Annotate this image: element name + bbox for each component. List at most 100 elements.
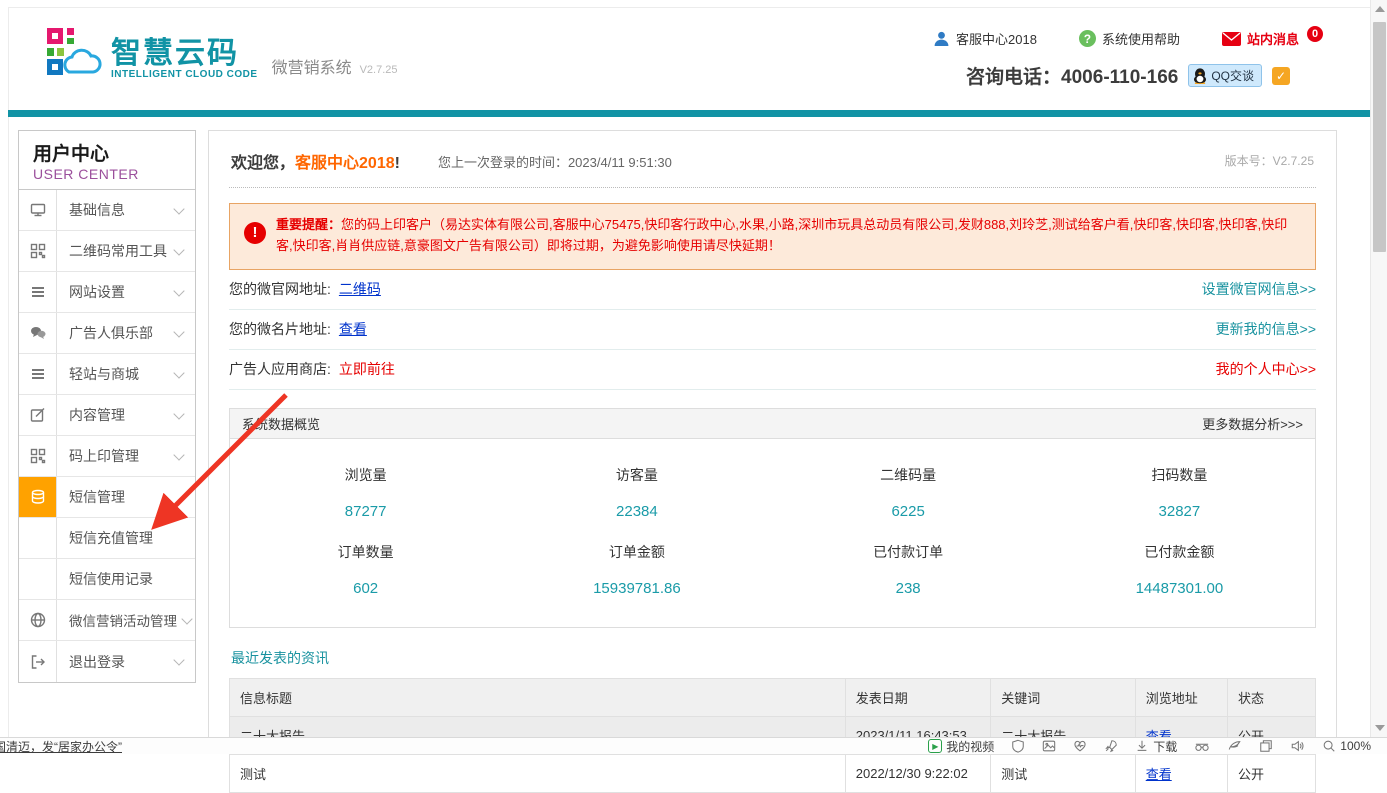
chevron-down-icon [173, 203, 184, 214]
messages-badge: 0 [1307, 26, 1323, 42]
stat-order-amount: 订单金额15939781.86 [501, 530, 772, 607]
chevron-down-icon [173, 449, 184, 460]
browser-status-bar: 国清迈，发“居家办公令” ▶ 我的视频 下载 [0, 737, 1387, 754]
current-user-label: 客服中心2018 [956, 29, 1037, 48]
col-view-url: 浏览地址 [1135, 678, 1227, 716]
help-link[interactable]: ? 系统使用帮助 [1079, 29, 1180, 48]
download-button[interactable]: 下载 [1135, 738, 1177, 755]
zoom-control[interactable]: 100% [1322, 739, 1371, 753]
micro-site-label: 您的微官网地址: [229, 279, 331, 299]
app-logo: 智慧云码 INTELLIGENT CLOUD CODE 微营销系统 V2.7.2… [45, 26, 398, 80]
sidebar-item-content-mgmt[interactable]: 内容管理 [19, 395, 195, 436]
micro-card-link[interactable]: 查看 [339, 319, 367, 339]
product-name: 微营销系统 [272, 54, 352, 78]
sidebar-item-print-code-mgmt[interactable]: 码上印管理 [19, 436, 195, 477]
current-user[interactable]: 客服中心2018 [933, 29, 1037, 48]
stat-visitors: 访客量22384 [501, 453, 772, 530]
welcome-username: 客服中心2018 [295, 155, 395, 172]
micro-card-row: 您的微名片地址: 查看 更新我的信息>> [229, 310, 1316, 350]
sidebar-header: 用户中心 USER CENTER [19, 131, 195, 190]
welcome-row: 欢迎您，客服中心2018! 您上一次登录的时间：2023/4/11 9:51:3… [229, 131, 1316, 188]
user-icon [933, 30, 950, 47]
chevron-down-icon [173, 367, 184, 378]
main-content: 欢迎您，客服中心2018! 您上一次登录的时间：2023/4/11 9:51:3… [208, 130, 1337, 754]
last-login-time: 您上一次登录的时间：2023/4/11 9:51:30 [438, 149, 672, 171]
scroll-up-arrow-icon[interactable] [1375, 6, 1385, 12]
sidebar-item-basic-info[interactable]: 基础信息 [19, 190, 195, 231]
update-info-link[interactable]: 更新我的信息>> [1216, 319, 1316, 339]
chevron-down-icon [173, 285, 184, 296]
sidebar-item-site-settings[interactable]: 网站设置 [19, 272, 195, 313]
sidebar-item-label: 基础信息 [57, 190, 175, 230]
speaker-icon[interactable] [1290, 739, 1305, 753]
sidebar-item-lite-site-mall[interactable]: 轻站与商城 [19, 354, 195, 395]
version-note: 版本号：V2.7.25 [1225, 149, 1314, 169]
scrollbar[interactable] [1370, 0, 1387, 737]
sidebar-item-label: 短信管理 [57, 477, 195, 517]
sidebar-item-sms-recharge-mgmt[interactable]: 短信充值管理 [19, 518, 195, 559]
window-restore-icon[interactable] [1259, 739, 1273, 753]
qq-chat-label: QQ交谈 [1211, 67, 1254, 84]
list-icon [30, 366, 46, 382]
rocket-icon[interactable] [1104, 739, 1118, 753]
stat-page-views: 浏览量87277 [230, 453, 501, 530]
app-store-row: 广告人应用商店: 立即前往 我的个人中心>> [229, 350, 1316, 390]
image-icon[interactable] [1042, 739, 1056, 753]
header-divider [8, 110, 1370, 117]
stat-paid-orders: 已付款订单238 [773, 530, 1044, 607]
envelope-icon [1222, 32, 1241, 46]
alert-exclamation-icon: ! [244, 222, 266, 244]
col-keyword: 关键词 [991, 678, 1135, 716]
sidebar-item-sms-usage-records[interactable]: 短信使用记录 [19, 559, 195, 600]
play-icon: ▶ [928, 739, 942, 753]
status-link-preview: 国清迈，发“居家办公令” [0, 738, 122, 755]
sidebar-item-label: 内容管理 [57, 395, 175, 435]
sidebar-item-label: 二维码常用工具 [57, 231, 175, 271]
stat-scans: 扫码数量32827 [1044, 453, 1315, 530]
sidebar-item-label: 短信充值管理 [57, 518, 195, 558]
more-analysis-link[interactable]: 更多数据分析>>> [1202, 414, 1303, 433]
stat-qrcodes: 二维码量6225 [773, 453, 1044, 530]
stats-body: 浏览量87277 访客量22384 二维码量6225 扫码数量32827 订单数… [229, 439, 1316, 628]
sidebar-item-label: 轻站与商城 [57, 354, 175, 394]
news-table: 信息标题 发表日期 关键词 浏览地址 状态 二十大报告 2023/1/11 16… [229, 678, 1316, 793]
news-view-link[interactable]: 查看 [1146, 767, 1172, 782]
news-item-status: 公开 [1228, 754, 1316, 792]
my-video-button[interactable]: ▶ 我的视频 [928, 738, 994, 755]
wing-icon[interactable] [1227, 739, 1242, 753]
chevron-down-icon [181, 613, 192, 624]
expiry-alert: ! 重要提醒：您的码上印客户（易达实体有限公司,客服中心75475,快印客行政中… [229, 203, 1316, 270]
micro-site-link[interactable]: 二维码 [339, 279, 381, 299]
sidebar-item-qrcode-tools[interactable]: 二维码常用工具 [19, 231, 195, 272]
table-row: 测试 2022/12/30 9:22:02 测试 查看 公开 [230, 754, 1316, 792]
edit-icon [30, 407, 46, 423]
hotline-phone: 咨询电话：4006-110-166 [966, 62, 1178, 89]
stat-paid-amount: 已付款金额14487301.00 [1044, 530, 1315, 607]
sidebar-item-sms-mgmt[interactable]: 短信管理 [19, 477, 195, 518]
welcome-prefix: 欢迎您， [231, 155, 295, 172]
set-micro-site-link[interactable]: 设置微官网信息>> [1202, 279, 1316, 299]
app-store-link[interactable]: 立即前往 [339, 359, 395, 379]
qq-verified-icon[interactable]: ✓ [1272, 67, 1290, 85]
heart-icon[interactable] [1073, 739, 1087, 753]
product-version: V2.7.25 [360, 64, 398, 76]
scrollbar-thumb[interactable] [1373, 22, 1386, 252]
personal-center-link[interactable]: 我的个人中心>> [1216, 359, 1316, 379]
chevron-down-icon [173, 244, 184, 255]
col-status: 状态 [1228, 678, 1316, 716]
alert-title: 重要提醒： [276, 217, 341, 232]
col-date: 发表日期 [845, 678, 991, 716]
sidebar-item-wechat-marketing-mgmt[interactable]: 微信营销活动管理 [19, 600, 195, 641]
sidebar-item-logout[interactable]: 退出登录 [19, 641, 195, 682]
monitor-icon [30, 202, 46, 218]
help-icon: ? [1079, 30, 1096, 47]
shield-icon[interactable] [1011, 739, 1025, 753]
incognito-glasses-icon[interactable] [1194, 739, 1210, 753]
sidebar-item-label: 短信使用记录 [57, 559, 195, 599]
qq-chat-button[interactable]: QQ交谈 [1188, 64, 1262, 87]
scroll-down-arrow-icon[interactable] [1375, 725, 1385, 731]
recent-news-title: 最近发表的资讯 [231, 648, 1314, 668]
sidebar-item-advertiser-club[interactable]: 广告人俱乐部 [19, 313, 195, 354]
my-video-label: 我的视频 [946, 738, 994, 755]
site-messages-link[interactable]: 站内消息 0 [1222, 29, 1323, 48]
